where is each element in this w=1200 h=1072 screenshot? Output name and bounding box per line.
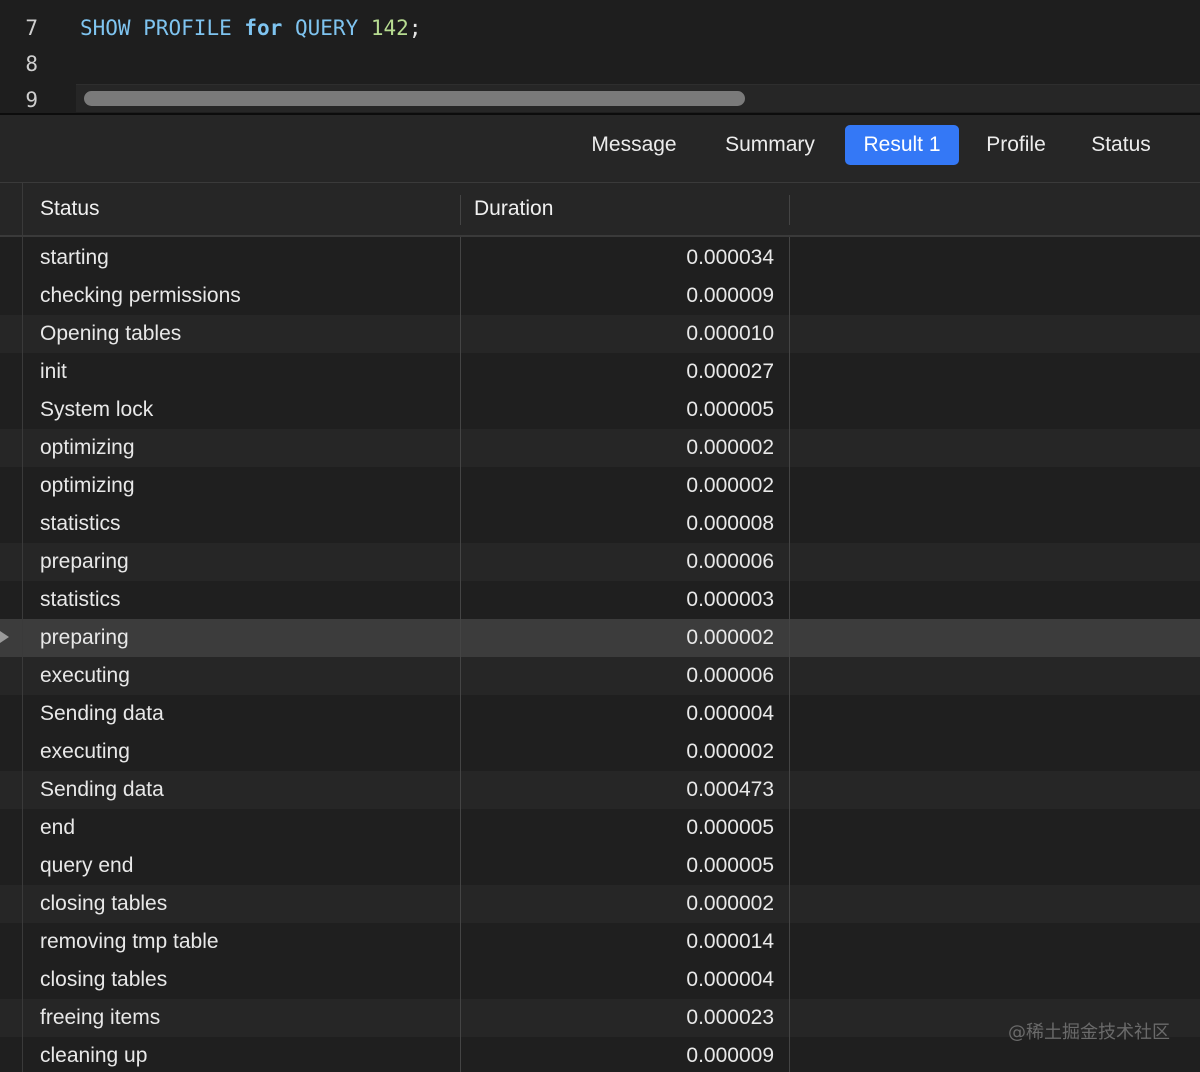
line-number: 8	[25, 52, 38, 76]
cell-status[interactable]: init	[40, 353, 67, 391]
column-divider	[460, 237, 461, 1072]
cell-duration[interactable]: 0.000005	[462, 847, 774, 885]
table-row[interactable]: closing tables 0.000004	[0, 961, 1200, 999]
result-grid[interactable]: starting 0.000034 checking permissions 0.00…	[0, 183, 1200, 1072]
tab-status[interactable]: Status	[1076, 125, 1166, 165]
cell-duration[interactable]: 0.000005	[462, 809, 774, 847]
cell-duration[interactable]: 0.000003	[462, 581, 774, 619]
cell-duration[interactable]: 0.000005	[462, 391, 774, 429]
table-row[interactable]: Sending data 0.000004	[0, 695, 1200, 733]
cell-duration[interactable]: 0.000473	[462, 771, 774, 809]
cell-duration[interactable]: 0.000002	[462, 885, 774, 923]
cell-status[interactable]: cleaning up	[40, 1037, 147, 1072]
keyword-profile: PROFILE	[143, 16, 232, 40]
cell-status[interactable]: freeing items	[40, 999, 160, 1037]
result-tabbar: Message Summary Result 1 Profile Status	[0, 115, 1200, 183]
line-number: 7	[25, 16, 38, 40]
keyword-query: QUERY	[295, 16, 359, 40]
table-row[interactable]: checking permissions 0.000009	[0, 277, 1200, 315]
cell-status[interactable]: statistics	[40, 581, 121, 619]
tab-result-1[interactable]: Result 1	[845, 125, 959, 165]
cell-duration[interactable]: 0.000010	[462, 315, 774, 353]
cell-duration[interactable]: 0.000008	[462, 505, 774, 543]
cell-status[interactable]: preparing	[40, 543, 129, 581]
table-row[interactable]: closing tables 0.000002	[0, 885, 1200, 923]
cell-status[interactable]: end	[40, 809, 75, 847]
cell-duration[interactable]: 0.000004	[462, 695, 774, 733]
table-row[interactable]: removing tmp table 0.000014	[0, 923, 1200, 961]
table-row[interactable]: end 0.000005	[0, 809, 1200, 847]
query-number: 142	[370, 16, 409, 40]
keyword-for: for	[244, 16, 283, 40]
cell-status[interactable]: checking permissions	[40, 277, 241, 315]
statement-terminator: ;	[408, 16, 422, 40]
cell-status[interactable]: preparing	[40, 619, 129, 657]
cell-duration[interactable]: 0.000002	[462, 467, 774, 505]
table-row[interactable]: executing 0.000002	[0, 733, 1200, 771]
tab-message[interactable]: Message	[574, 125, 694, 165]
table-row[interactable]: preparing 0.000006	[0, 543, 1200, 581]
cell-status[interactable]: closing tables	[40, 961, 167, 999]
column-header-status[interactable]: Status	[40, 183, 100, 235]
cell-duration[interactable]: 0.000009	[462, 1037, 774, 1072]
line-number: 9	[25, 88, 38, 112]
cell-status[interactable]: statistics	[40, 505, 121, 543]
cell-duration[interactable]: 0.000006	[462, 543, 774, 581]
cell-status[interactable]: Opening tables	[40, 315, 181, 353]
cell-duration[interactable]: 0.000004	[462, 961, 774, 999]
table-row[interactable]: System lock 0.000005	[0, 391, 1200, 429]
tab-profile[interactable]: Profile	[970, 125, 1062, 165]
column-divider	[789, 237, 790, 1072]
cell-duration[interactable]: 0.000002	[462, 619, 774, 657]
cell-duration[interactable]: 0.000006	[462, 657, 774, 695]
table-row[interactable]: statistics 0.000003	[0, 581, 1200, 619]
cell-duration[interactable]: 0.000014	[462, 923, 774, 961]
table-row[interactable]: preparing 0.000002	[0, 619, 1200, 657]
cell-duration[interactable]: 0.000027	[462, 353, 774, 391]
row-gutter	[0, 183, 23, 1072]
column-resize-handle[interactable]	[460, 195, 461, 225]
cell-status[interactable]: query end	[40, 847, 133, 885]
column-resize-handle[interactable]	[789, 195, 790, 225]
code-line[interactable]: SHOW PROFILE for QUERY 142;	[80, 16, 421, 40]
horizontal-scrollbar-thumb[interactable]	[84, 91, 745, 106]
cell-status[interactable]: Sending data	[40, 771, 164, 809]
cell-status[interactable]: starting	[40, 239, 109, 277]
cell-status[interactable]: executing	[40, 657, 130, 695]
cell-duration[interactable]: 0.000002	[462, 429, 774, 467]
table-row[interactable]: statistics 0.000008	[0, 505, 1200, 543]
watermark: @稀土掘金技术社区	[1008, 1022, 1170, 1043]
cell-status[interactable]: optimizing	[40, 429, 135, 467]
cell-duration[interactable]: 0.000034	[462, 239, 774, 277]
table-row[interactable]: executing 0.000006	[0, 657, 1200, 695]
table-row[interactable]: query end 0.000005	[0, 847, 1200, 885]
cell-status[interactable]: optimizing	[40, 467, 135, 505]
column-header-duration[interactable]: Duration	[474, 183, 553, 235]
table-row[interactable]: Opening tables 0.000010	[0, 315, 1200, 353]
tab-summary[interactable]: Summary	[708, 125, 832, 165]
cell-duration[interactable]: 0.000002	[462, 733, 774, 771]
sql-editor[interactable]: 7 8 9 SHOW PROFILE for QUERY 142;	[0, 0, 1200, 114]
table-row[interactable]: Sending data 0.000473	[0, 771, 1200, 809]
cell-status[interactable]: executing	[40, 733, 130, 771]
cell-duration[interactable]: 0.000009	[462, 277, 774, 315]
table-row[interactable]: init 0.000027	[0, 353, 1200, 391]
table-row[interactable]: starting 0.000034	[0, 239, 1200, 277]
cell-status[interactable]: Sending data	[40, 695, 164, 733]
table-row[interactable]: optimizing 0.000002	[0, 467, 1200, 505]
cell-status[interactable]: closing tables	[40, 885, 167, 923]
keyword-show: SHOW	[80, 16, 131, 40]
cell-status[interactable]: removing tmp table	[40, 923, 219, 961]
table-row[interactable]: optimizing 0.000002	[0, 429, 1200, 467]
grid-header: Status Duration	[0, 183, 1200, 237]
cell-duration[interactable]: 0.000023	[462, 999, 774, 1037]
cell-status[interactable]: System lock	[40, 391, 153, 429]
